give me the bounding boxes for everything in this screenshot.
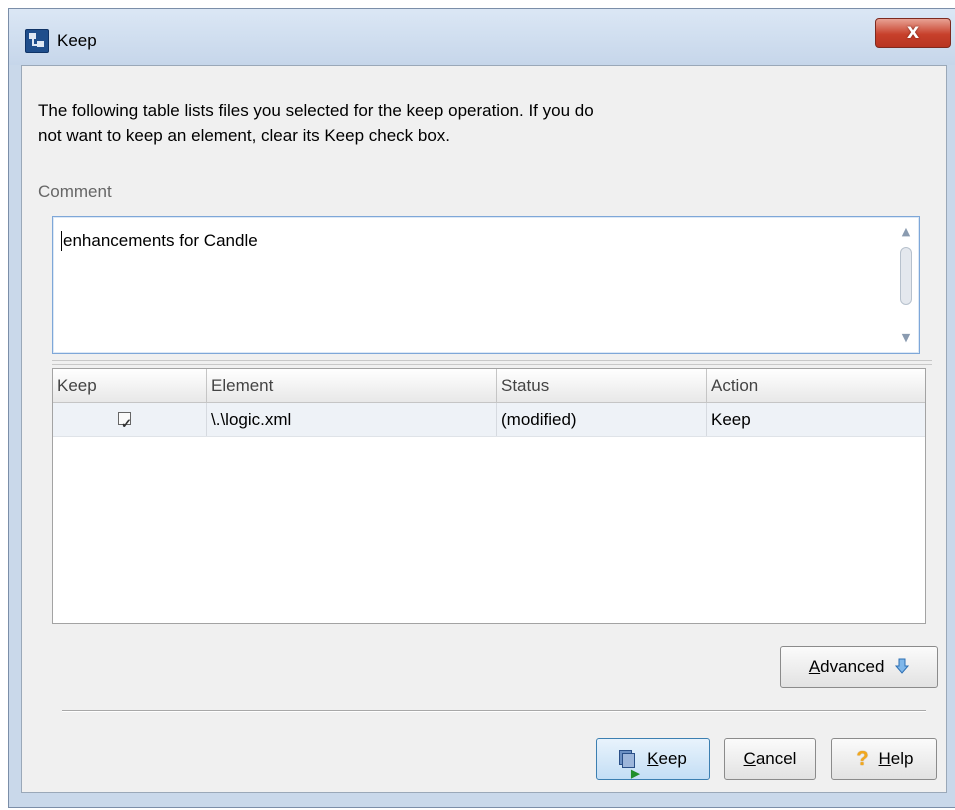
help-label: elp xyxy=(890,749,914,768)
table-row[interactable]: ✓ \.\logic.xml (modified) Keep xyxy=(53,403,925,437)
element-cell: \.\logic.xml xyxy=(207,403,497,436)
dialog-content: The following table lists files you sele… xyxy=(21,65,947,793)
comment-textarea[interactable]: enhancements for Candle ▲ ▼ xyxy=(52,216,920,354)
advanced-mnemonic: A xyxy=(808,657,821,676)
button-separator xyxy=(62,710,926,712)
intro-text: The following table lists files you sele… xyxy=(38,98,838,148)
comment-label: Comment xyxy=(38,182,112,201)
keep-icon: ▶ xyxy=(619,750,640,780)
column-header-element[interactable]: Element xyxy=(207,369,497,402)
keep-cell: ✓ xyxy=(53,403,207,436)
checkmark-icon: ✓ xyxy=(121,416,132,431)
scroll-up-icon[interactable]: ▲ xyxy=(896,221,916,243)
keep-checkbox[interactable]: ✓ xyxy=(118,412,132,431)
column-header-keep[interactable]: Keep xyxy=(53,369,207,402)
splitter-handle[interactable] xyxy=(52,360,932,365)
advanced-label: dvanced xyxy=(820,657,885,676)
intro-line-2: not want to keep an element, clear its K… xyxy=(38,126,451,145)
close-button[interactable]: X xyxy=(875,18,951,48)
help-mnemonic: H xyxy=(878,749,891,768)
column-header-action[interactable]: Action xyxy=(707,369,925,402)
app-icon xyxy=(25,29,49,53)
scroll-thumb[interactable] xyxy=(900,247,912,305)
comment-text: enhancements for Candle xyxy=(61,231,258,251)
help-button[interactable]: ? Help xyxy=(831,738,937,780)
comment-scrollbar[interactable]: ▲ ▼ xyxy=(896,221,916,349)
keep-label: eep xyxy=(658,749,687,768)
cancel-label: ancel xyxy=(755,749,797,768)
keep-button[interactable]: ▶ Keep xyxy=(596,738,710,780)
status-cell: (modified) xyxy=(497,403,707,436)
scroll-down-icon[interactable]: ▼ xyxy=(896,327,916,349)
column-header-status[interactable]: Status xyxy=(497,369,707,402)
action-cell[interactable]: Keep xyxy=(707,403,925,436)
files-table: Keep Element Status Action ✓ \.\logic.xm… xyxy=(52,368,926,624)
table-header: Keep Element Status Action xyxy=(53,369,925,403)
keep-mnemonic: K xyxy=(647,749,659,768)
cancel-mnemonic: C xyxy=(743,749,756,768)
intro-line-1: The following table lists files you sele… xyxy=(38,101,594,120)
window-title: Keep xyxy=(57,31,97,50)
cancel-button[interactable]: Cancel xyxy=(724,738,816,780)
keep-dialog-window: Keep X The following table lists files y… xyxy=(8,8,955,808)
arrow-down-icon xyxy=(895,658,910,674)
title-bar[interactable]: Keep X xyxy=(9,9,955,65)
advanced-button[interactable]: Advanced xyxy=(780,646,938,688)
help-icon: ? xyxy=(856,748,869,770)
